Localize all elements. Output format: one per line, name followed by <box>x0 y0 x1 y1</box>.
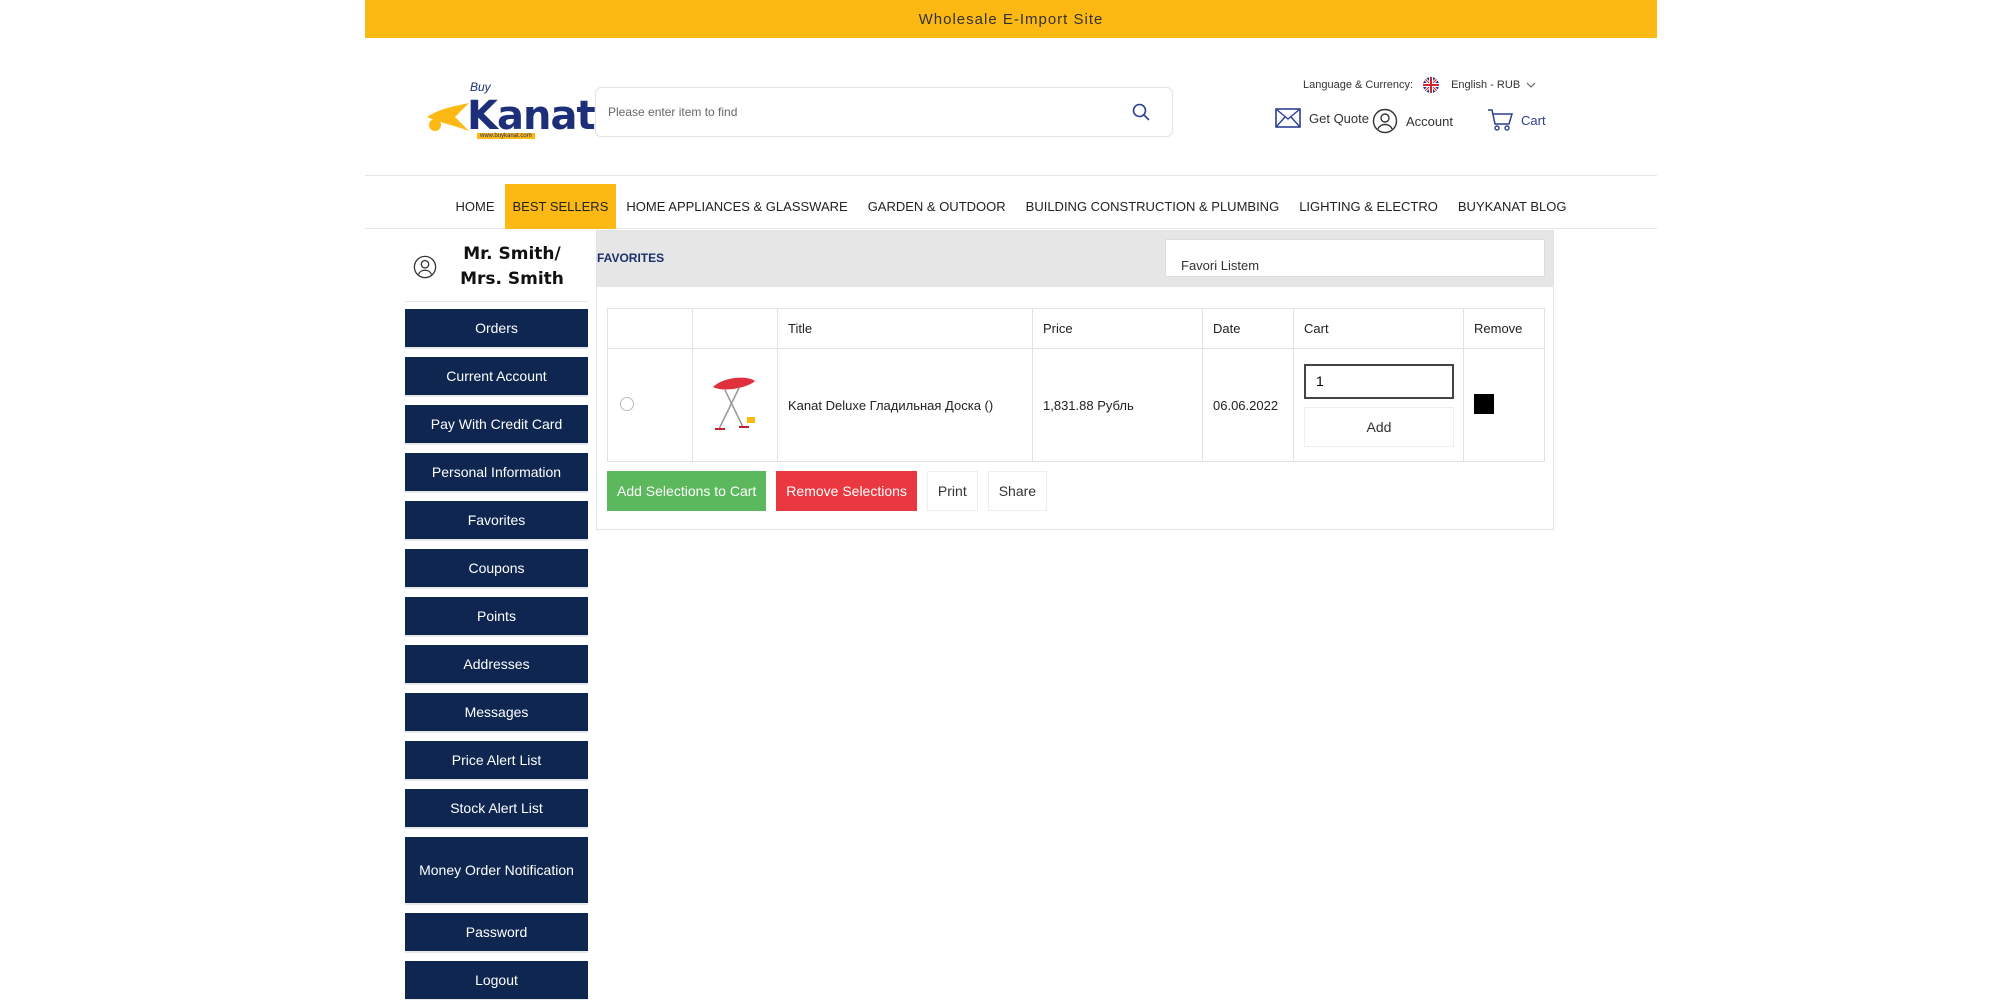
col-cart: Cart <box>1293 308 1464 349</box>
search-input[interactable] <box>608 88 1108 136</box>
remove-selections-button[interactable]: Remove Selections <box>776 471 917 511</box>
menu-stock-alert-list[interactable]: Stock Alert List <box>405 789 588 829</box>
cart-label: Cart <box>1521 112 1546 128</box>
col-select <box>607 308 693 349</box>
row-image-cell <box>692 348 778 462</box>
nav-item-home-appliances[interactable]: HOME APPLIANCES & GLASSWARE <box>616 184 857 229</box>
row-title[interactable]: Kanat Deluxe Гладильная Доска () <box>777 348 1033 462</box>
menu-coupons[interactable]: Coupons <box>405 549 588 589</box>
user-name-line2: Mrs. Smith <box>460 268 564 289</box>
user-icon <box>413 255 437 278</box>
user-name-line1: Mr. Smith/ <box>463 243 561 264</box>
col-date: Date <box>1202 308 1294 349</box>
logo-mark-icon <box>427 103 469 131</box>
menu-pay-with-credit-card[interactable]: Pay With Credit Card <box>405 405 588 445</box>
nav-item-best-sellers[interactable]: BEST SELLERS <box>504 184 617 229</box>
row-cart-cell: Add <box>1293 348 1464 462</box>
menu-current-account[interactable]: Current Account <box>405 357 588 397</box>
product-thumbnail[interactable] <box>703 373 761 435</box>
cart-link[interactable]: Cart <box>1487 108 1546 132</box>
favorites-actions: Add Selections to Cart Remove Selections… <box>607 471 1048 511</box>
uk-flag-icon <box>1423 77 1440 93</box>
header: Buy Kanat www.buykanat.com Language & Cu… <box>365 38 1657 176</box>
col-title: Title <box>777 308 1033 349</box>
language-currency-selector[interactable]: Language & Currency: English - RUB <box>1303 77 1536 93</box>
col-image <box>692 308 778 349</box>
user-icon <box>1372 108 1398 134</box>
row-select-cell <box>607 348 693 462</box>
favorites-title: FAVORITES <box>597 251 665 265</box>
page: Wholesale E-Import Site Buy Kanat www.bu… <box>0 0 2000 1000</box>
search-icon[interactable] <box>1132 103 1150 121</box>
logo-url: www.buykanat.com <box>477 133 535 139</box>
menu-logout[interactable]: Logout <box>405 961 588 1000</box>
row-remove-cell <box>1463 348 1545 462</box>
print-button[interactable]: Print <box>926 471 978 511</box>
menu-personal-information[interactable]: Personal Information <box>405 453 588 493</box>
nav-item-blog[interactable]: BUYKANAT BLOG <box>1448 184 1577 229</box>
language-label: Language & Currency: <box>1303 79 1414 91</box>
col-price: Price <box>1032 308 1203 349</box>
row-price: 1,831.88 Рубль <box>1032 348 1203 462</box>
menu-orders[interactable]: Orders <box>405 309 588 349</box>
account-sidebar: Mr. Smith/ Mrs. Smith Orders Current Acc… <box>405 232 588 1000</box>
menu-favorites[interactable]: Favorites <box>405 501 588 541</box>
row-select-radio[interactable] <box>620 396 634 411</box>
share-button[interactable]: Share <box>987 471 1048 511</box>
favorites-panel: FAVORITES Favori Listem Title Price Date… <box>596 230 1554 530</box>
menu-password[interactable]: Password <box>405 913 588 953</box>
favorite-list-select[interactable]: Favori Listem <box>1165 239 1545 277</box>
nav-item-building[interactable]: BUILDING CONSTRUCTION & PLUMBING <box>1016 184 1290 229</box>
menu-messages[interactable]: Messages <box>405 693 588 733</box>
top-banner-text: Wholesale E-Import Site <box>918 10 1104 28</box>
table-header-row: Title Price Date Cart Remove <box>607 308 1545 349</box>
favorites-header: FAVORITES Favori Listem <box>597 231 1553 287</box>
envelope-icon <box>1275 108 1301 128</box>
row-date: 06.06.2022 <box>1202 348 1294 462</box>
main-nav: HOME BEST SELLERS HOME APPLIANCES & GLAS… <box>365 184 1657 229</box>
site-logo[interactable]: Buy Kanat www.buykanat.com <box>425 80 596 139</box>
user-name: Mr. Smith/ Mrs. Smith <box>447 242 577 292</box>
logo-buy-text: Buy <box>470 80 491 94</box>
search-box <box>595 87 1173 137</box>
top-banner: Wholesale E-Import Site <box>365 0 1657 38</box>
chevron-down-icon <box>1526 82 1536 88</box>
account-link[interactable]: Account <box>1372 108 1453 134</box>
menu-addresses[interactable]: Addresses <box>405 645 588 685</box>
get-quote-link[interactable]: Get Quote <box>1275 108 1369 128</box>
language-value: English - RUB <box>1451 79 1521 91</box>
quantity-input[interactable] <box>1304 363 1454 399</box>
get-quote-label: Get Quote <box>1309 110 1369 126</box>
favorites-table: Title Price Date Cart Remove Kanat Delux… <box>607 308 1545 462</box>
add-selections-to-cart-button[interactable]: Add Selections to Cart <box>607 471 767 511</box>
add-to-cart-button[interactable]: Add <box>1304 406 1454 447</box>
menu-points[interactable]: Points <box>405 597 588 637</box>
nav-item-lighting[interactable]: LIGHTING & ELECTRO <box>1289 184 1448 229</box>
user-box: Mr. Smith/ Mrs. Smith <box>405 232 588 302</box>
menu-money-order-notification[interactable]: Money Order Notification <box>405 837 588 905</box>
nav-item-home[interactable]: HOME <box>446 184 505 229</box>
table-row: Kanat Deluxe Гладильная Доска () 1,831.8… <box>607 348 1545 462</box>
account-label: Account <box>1406 113 1453 129</box>
remove-checkbox[interactable] <box>1474 393 1494 414</box>
nav-item-garden[interactable]: GARDEN & OUTDOOR <box>858 184 1016 229</box>
account-menu: Orders Current Account Pay With Credit C… <box>405 309 588 1000</box>
cart-icon <box>1488 109 1513 131</box>
col-remove: Remove <box>1463 308 1545 349</box>
menu-price-alert-list[interactable]: Price Alert List <box>405 741 588 781</box>
